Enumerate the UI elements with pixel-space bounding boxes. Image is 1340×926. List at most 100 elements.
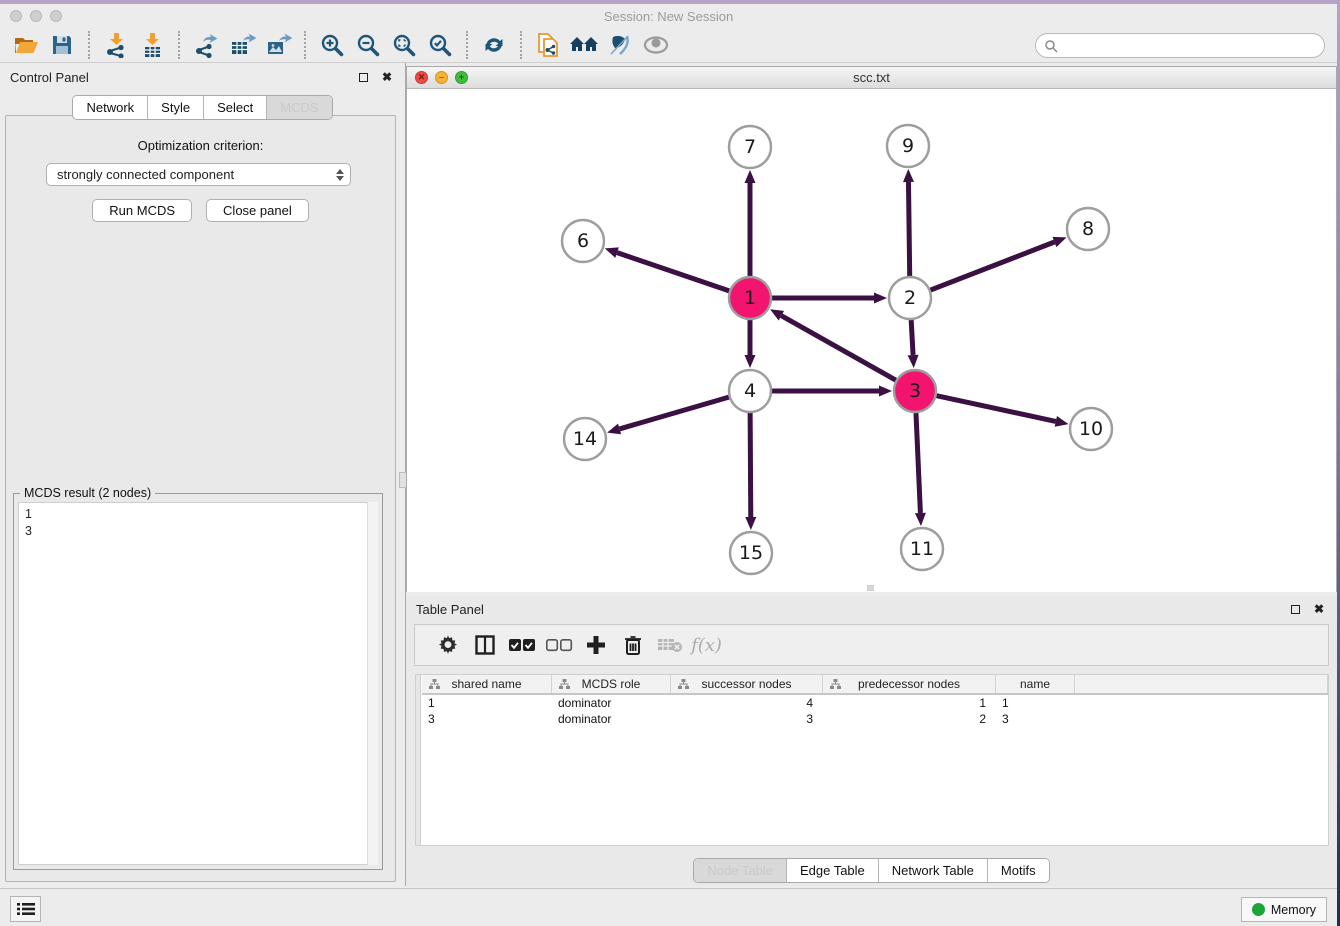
graph-edge-3-10[interactable] <box>937 396 1056 422</box>
table-row[interactable]: 1dominator411 <box>422 695 1328 711</box>
graph-edge-3-11[interactable] <box>916 413 920 513</box>
graph-node-label: 2 <box>904 287 916 309</box>
tab-style[interactable]: Style <box>147 96 203 119</box>
tab-edge-table[interactable]: Edge Table <box>786 859 878 882</box>
export-image-icon[interactable] <box>260 30 296 60</box>
import-network-icon[interactable] <box>98 30 134 60</box>
graph-node-label: 8 <box>1082 218 1094 240</box>
deselect-all-checkboxes-icon[interactable] <box>540 629 577 661</box>
table-cell[interactable]: 1 <box>996 695 1075 711</box>
result-scrollbar[interactable] <box>367 502 378 865</box>
graph-edge-2-9[interactable] <box>908 182 909 276</box>
export-table-icon[interactable] <box>224 30 260 60</box>
column-header-name[interactable]: name <box>996 675 1075 693</box>
table-cell[interactable]: 3 <box>422 711 552 727</box>
toolbar-separator <box>88 31 90 59</box>
function-builder-icon[interactable]: f(x) <box>688 629 725 661</box>
optimization-criterion-select[interactable]: strongly connected component <box>46 163 351 186</box>
zoom-fit-icon[interactable] <box>386 30 422 60</box>
first-neighbors-icon[interactable] <box>566 30 602 60</box>
add-column-icon[interactable] <box>577 629 614 661</box>
network-window-titlebar[interactable]: ✕ – + scc.txt <box>407 67 1336 89</box>
mcds-result-text[interactable]: 1 3 <box>18 502 378 865</box>
toolbar-separator <box>466 31 468 59</box>
canvas-resize-knob[interactable] <box>867 585 874 591</box>
tab-network[interactable]: Network <box>73 96 147 119</box>
tab-motifs[interactable]: Motifs <box>987 859 1049 882</box>
export-network-icon[interactable] <box>188 30 224 60</box>
toolbar-separator <box>178 31 180 59</box>
graph-edge-2-3[interactable] <box>911 320 913 355</box>
graph-node-label: 11 <box>910 538 934 560</box>
show-log-button[interactable] <box>10 896 41 922</box>
table-cell[interactable]: 1 <box>823 695 996 711</box>
table-cell[interactable]: dominator <box>552 695 671 711</box>
graph-node-label: 6 <box>577 230 589 252</box>
clone-network-icon[interactable] <box>530 30 566 60</box>
table-cell[interactable]: 3 <box>671 711 823 727</box>
birds-eye-view-icon[interactable] <box>638 30 674 60</box>
network-view-window: ✕ – + scc.txt 1234678910111415 <box>406 66 1337 592</box>
mcds-result-title: MCDS result (2 nodes) <box>20 486 155 500</box>
column-header-shared-name[interactable]: shared name <box>422 675 552 693</box>
tab-select[interactable]: Select <box>203 96 266 119</box>
zoom-out-icon[interactable] <box>350 30 386 60</box>
table-cell[interactable]: 2 <box>823 711 996 727</box>
edge-arrowhead <box>745 170 756 183</box>
memory-button[interactable]: Memory <box>1241 897 1327 922</box>
graph-edge-4-15[interactable] <box>750 413 751 517</box>
tab-node-table[interactable]: Node Table <box>694 859 786 882</box>
column-header-predecessor-nodes[interactable]: predecessor nodes <box>823 675 996 693</box>
update-network-icon[interactable] <box>476 30 512 60</box>
search-box[interactable] <box>1035 33 1325 58</box>
edge-arrowhead <box>1052 237 1066 247</box>
column-header-MCDS-role[interactable]: MCDS role <box>552 675 671 693</box>
zoom-selected-icon[interactable] <box>422 30 458 60</box>
save-session-icon[interactable] <box>44 30 80 60</box>
memory-label: Memory <box>1271 903 1316 917</box>
control-panel-title: Control Panel <box>10 70 89 85</box>
mcds-panel: Optimization criterion: strongly connect… <box>5 115 396 882</box>
table-cell[interactable]: 3 <box>996 711 1075 727</box>
toolbar-separator <box>520 31 522 59</box>
float-panel-icon[interactable] <box>355 69 371 85</box>
graph-edge-4-14[interactable] <box>620 397 729 429</box>
table-gutter <box>416 675 421 845</box>
network-canvas[interactable]: 1234678910111415 <box>407 89 1336 592</box>
table-cell[interactable]: 4 <box>671 695 823 711</box>
graph-node-label: 10 <box>1079 418 1103 440</box>
edge-arrowhead <box>908 355 919 368</box>
table-cell[interactable]: 1 <box>422 695 552 711</box>
graph-edge-3-1[interactable] <box>781 316 895 381</box>
search-input[interactable] <box>1063 39 1324 53</box>
close-table-panel-icon[interactable]: ✖ <box>1311 601 1327 617</box>
tab-network-table[interactable]: Network Table <box>878 859 987 882</box>
graph-edge-2-8[interactable] <box>931 242 1055 290</box>
optimization-criterion-label: Optimization criterion: <box>6 138 395 153</box>
graph-edge-1-6[interactable] <box>617 253 729 291</box>
table-cell[interactable]: dominator <box>552 711 671 727</box>
memory-status-icon <box>1252 903 1265 916</box>
edge-arrowhead <box>1055 416 1069 427</box>
table-row[interactable]: 3dominator323 <box>422 711 1328 727</box>
tab-mcds[interactable]: MCDS <box>266 96 331 119</box>
column-header-successor-nodes[interactable]: successor nodes <box>671 675 823 693</box>
table-header-row: shared nameMCDS rolesuccessor nodesprede… <box>422 675 1328 695</box>
zoom-in-icon[interactable] <box>314 30 350 60</box>
float-table-panel-icon[interactable] <box>1287 601 1303 617</box>
edge-arrowhead <box>607 424 621 435</box>
table-settings-icon[interactable] <box>429 629 466 661</box>
toggle-graphics-details-icon[interactable] <box>602 30 638 60</box>
open-session-icon[interactable] <box>8 30 44 60</box>
delete-table-icon[interactable] <box>651 629 688 661</box>
close-panel-icon[interactable]: ✖ <box>379 69 395 85</box>
split-view-icon[interactable] <box>466 629 503 661</box>
run-mcds-button[interactable]: Run MCDS <box>92 199 192 222</box>
delete-column-icon[interactable] <box>614 629 651 661</box>
select-all-checkboxes-icon[interactable] <box>503 629 540 661</box>
import-table-icon[interactable] <box>134 30 170 60</box>
node-table[interactable]: shared nameMCDS rolesuccessor nodesprede… <box>415 674 1329 846</box>
close-panel-button[interactable]: Close panel <box>206 199 309 222</box>
graph-node-label: 14 <box>573 428 597 450</box>
edge-arrowhead <box>879 386 892 397</box>
